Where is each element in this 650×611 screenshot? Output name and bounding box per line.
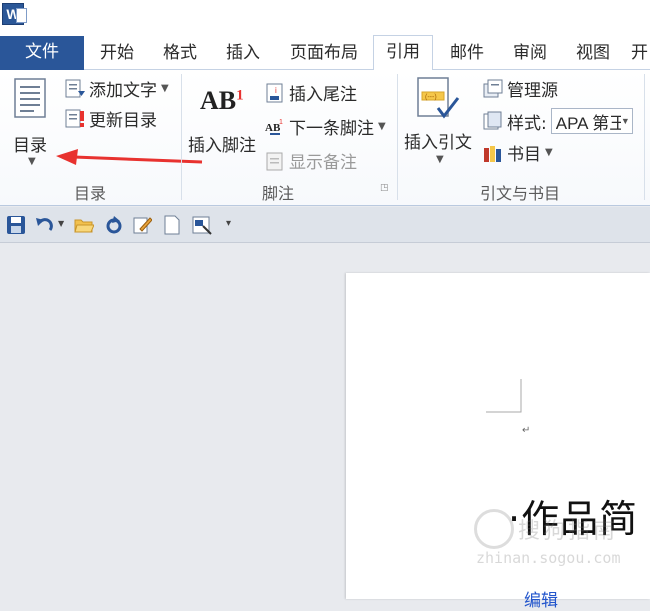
footnote-icon: AB1 [200, 86, 244, 116]
manage-sources-button[interactable]: 管理源 [482, 76, 558, 101]
chevron-down-icon: ▼ [545, 147, 553, 158]
tab-insert[interactable]: 插入 [218, 38, 268, 70]
update-toc-label: 更新目录 [89, 111, 157, 131]
svg-text:1: 1 [279, 119, 283, 126]
group-label-citations: 引文与书目 [479, 184, 560, 203]
chevron-down-icon[interactable]: ▼ [58, 219, 64, 228]
tab-developer[interactable]: 开 [631, 38, 650, 70]
svg-text:i: i [275, 86, 277, 95]
next-footnote-icon: AB 1 [265, 119, 283, 135]
save-icon[interactable] [6, 215, 26, 235]
endnote-icon: i [266, 83, 283, 102]
insert-footnote-button[interactable]: AB1 插入脚注 [186, 76, 260, 176]
chevron-down-icon: ▼ [620, 116, 630, 126]
chevron-down-icon: ▼ [378, 121, 386, 132]
footnote-icon-sup: 1 [236, 87, 244, 104]
add-text-icon [65, 79, 85, 97]
manage-sources-label: 管理源 [507, 81, 558, 101]
redo-icon[interactable] [104, 215, 124, 235]
new-document-icon[interactable] [162, 215, 182, 235]
style-dropdown[interactable]: APA 第王 ▼ [550, 108, 633, 134]
ribbon-tab-bar: 文件 开始 格式 插入 页面布局 引用 邮件 审阅 视图 开 [0, 32, 650, 71]
next-footnote-label: 下一条脚注 [289, 119, 374, 139]
paragraph-mark: ↵ [522, 425, 531, 436]
watermark-url: zhinan.sogou.com [476, 549, 621, 567]
chevron-down-icon: ▼ [28, 156, 36, 167]
watermark-logo-icon [474, 509, 514, 549]
insert-endnote-button[interactable]: i 插入尾注 [264, 80, 357, 105]
chevron-down-icon: ▼ [161, 83, 169, 94]
style-label: 样式: [507, 113, 547, 134]
group-divider [181, 74, 182, 200]
tab-references[interactable]: 引用 [373, 35, 433, 71]
toc-button[interactable]: 目录 ▼ [8, 76, 54, 176]
style-selector: 样式: APA 第王 ▼ [482, 108, 633, 134]
watermark: 搜狗指南 zhinan.sogou.com [474, 509, 650, 569]
customize-toolbar-icon[interactable]: ▾ [226, 218, 231, 229]
group-label-toc: 目录 [73, 184, 106, 203]
show-notes-icon [266, 152, 283, 170]
edit-document-icon[interactable] [132, 215, 152, 235]
show-notes-button[interactable]: 显示备注 [264, 148, 357, 173]
next-footnote-button[interactable]: AB 1 下一条脚注 ▼ [264, 114, 386, 140]
update-toc-icon [65, 109, 84, 127]
bibliography-button[interactable]: 书目 ▼ [482, 140, 553, 165]
tab-file[interactable]: 文件 [0, 36, 84, 70]
title-bar: W [0, 0, 650, 32]
margin-corner-mark [486, 379, 522, 413]
style-icon [483, 111, 502, 130]
style-value: APA 第王 [555, 113, 621, 133]
open-folder-icon[interactable] [74, 215, 94, 235]
insert-footnote-label: 插入脚注 [188, 136, 256, 156]
svg-text:(---): (---) [425, 94, 437, 101]
dialog-launcher-icon[interactable]: ◳ [380, 183, 389, 193]
doc-sheet-icon [16, 8, 27, 23]
watermark-text: 搜狗指南 [518, 519, 619, 544]
tab-home[interactable]: 开始 [92, 38, 142, 70]
group-label-footnotes: 脚注 [261, 184, 294, 203]
bibliography-icon [484, 145, 501, 162]
tab-review[interactable]: 审阅 [505, 38, 555, 70]
tab-format[interactable]: 格式 [155, 38, 205, 70]
update-toc-button[interactable]: 更新目录 [64, 106, 157, 131]
print-preview-icon[interactable] [192, 215, 212, 235]
toc-icon [14, 78, 46, 118]
ribbon-references: 目录 ▼ 添加文字 ▼ 更新目录 目录 AB1 插入脚注 i 插入尾注 AB 1… [0, 70, 650, 206]
group-divider [644, 74, 645, 200]
tab-mailings[interactable]: 邮件 [442, 38, 492, 70]
insert-endnote-label: 插入尾注 [289, 85, 357, 105]
add-text-button[interactable]: 添加文字 ▼ [64, 76, 169, 101]
word-app-icon[interactable]: W [2, 3, 27, 25]
manage-sources-icon [483, 79, 503, 97]
insert-citation-icon: (---) [417, 77, 460, 119]
group-divider [397, 74, 398, 200]
quick-access-toolbar: ▼ ▾ [0, 207, 650, 243]
footnote-icon-text: AB [200, 86, 237, 115]
bibliography-label: 书目 [507, 145, 541, 165]
chevron-down-icon: ▼ [436, 154, 444, 165]
insert-citation-button[interactable]: (---) 插入引文 ▼ [402, 74, 478, 174]
tab-page-layout[interactable]: 页面布局 [282, 38, 366, 70]
undo-icon[interactable] [34, 215, 54, 235]
add-text-label: 添加文字 [89, 81, 157, 101]
tab-view[interactable]: 视图 [568, 38, 618, 70]
insert-citation-label: 插入引文 [404, 133, 472, 153]
toc-label: 目录 [13, 136, 47, 156]
show-notes-label: 显示备注 [289, 153, 357, 173]
